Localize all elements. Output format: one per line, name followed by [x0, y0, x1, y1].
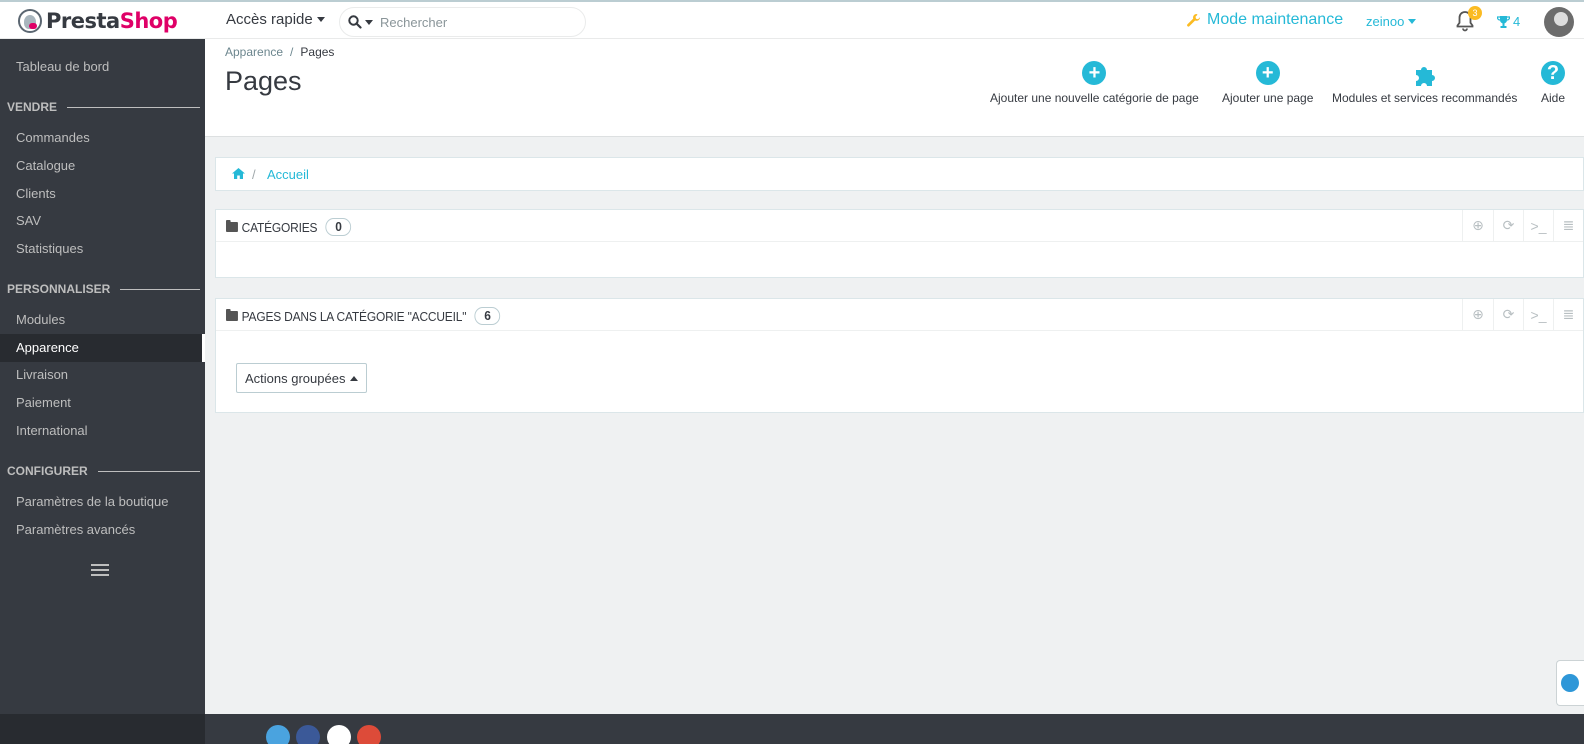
- panel-title: PAGES DANS LA CATÉGORIE "ACCUEIL" 6: [226, 306, 501, 326]
- top-header: PrestaShop Accès rapide Mode maintenance…: [0, 2, 1584, 39]
- panel-actions: ⊕ ⟳ >_ ≣: [1462, 299, 1583, 330]
- page-header: Apparence / Pages Pages + Ajouter une nouv…: [205, 39, 1584, 137]
- quick-access-label: Accès rapide: [226, 11, 313, 28]
- sidebar-section-configure: CONFIGURER: [7, 461, 200, 481]
- search-input[interactable]: [380, 14, 570, 30]
- breadcrumb-home[interactable]: Accueil: [267, 167, 309, 182]
- page-title: Pages: [225, 66, 302, 96]
- add-icon[interactable]: ⊕: [1463, 210, 1493, 241]
- sidebar-item-international[interactable]: International: [0, 417, 205, 445]
- employee-dropdown[interactable]: zeinoo: [1366, 14, 1417, 29]
- puzzle-icon: [1415, 67, 1435, 86]
- sql-icon[interactable]: >_: [1523, 210, 1553, 241]
- menu-collapse-icon[interactable]: [91, 564, 109, 577]
- google-plus-icon[interactable]: [357, 725, 381, 744]
- trophy-link[interactable]: 4: [1497, 14, 1520, 29]
- bulk-actions-button[interactable]: Actions groupées: [236, 363, 368, 393]
- content-breadcrumb: / Accueil: [215, 157, 1584, 191]
- sidebar-item-service[interactable]: SAV: [0, 207, 205, 235]
- count-badge: 0: [325, 218, 352, 236]
- maintenance-label: Mode maintenance: [1207, 11, 1344, 28]
- wrench-icon: [1187, 13, 1201, 27]
- breadcrumb-pages: Pages: [300, 45, 335, 59]
- logo-text: PrestaShop: [46, 9, 178, 33]
- trophy-count: 4: [1513, 14, 1521, 29]
- caret-down-icon: [1408, 19, 1417, 24]
- folder-icon: [226, 309, 238, 321]
- sidebar-item-catalog[interactable]: Catalogue: [0, 152, 205, 180]
- caret-down-icon: [364, 19, 373, 25]
- sidebar-section-customize: PERSONNALISER: [7, 279, 200, 299]
- plus-circle-icon: +: [1082, 61, 1107, 85]
- database-icon[interactable]: ≣: [1553, 210, 1583, 241]
- add-icon[interactable]: ⊕: [1463, 299, 1493, 330]
- employee-name: zeinoo: [1366, 14, 1405, 29]
- count-badge: 6: [474, 307, 501, 325]
- twitter-icon[interactable]: [266, 725, 290, 744]
- search-type-button[interactable]: [340, 8, 380, 36]
- sql-icon[interactable]: >_: [1523, 299, 1553, 330]
- sidebar-item-customers[interactable]: Clients: [0, 180, 205, 208]
- sidebar-item-shop-parameters[interactable]: Paramètres de la boutique: [0, 488, 205, 516]
- help-button[interactable]: ? Aide: [1541, 61, 1565, 105]
- database-icon[interactable]: ≣: [1553, 299, 1583, 330]
- notification-badge: 3: [1468, 6, 1482, 20]
- panel-actions: ⊕ ⟳ >_ ≣: [1462, 210, 1583, 241]
- prestashop-logo[interactable]: PrestaShop: [18, 7, 178, 35]
- help-icon: ?: [1541, 61, 1566, 85]
- panel-title: CATÉGORIES 0: [226, 217, 352, 237]
- refresh-icon[interactable]: ⟳: [1493, 210, 1523, 241]
- breadcrumb: Apparence / Pages: [225, 45, 335, 59]
- sidebar-nav: Tableau de bord VENDRE Commandes Catalog…: [0, 39, 205, 714]
- caret-up-icon: [350, 375, 359, 381]
- home-icon[interactable]: [232, 168, 245, 179]
- add-page-category-button[interactable]: + Ajouter une nouvelle catégorie de page: [990, 61, 1199, 105]
- puffin-logo-icon: [18, 9, 42, 33]
- sidebar-item-dashboard[interactable]: Tableau de bord: [0, 53, 205, 81]
- categories-panel: CATÉGORIES 0 ⊕ ⟳ >_ ≣: [215, 209, 1584, 278]
- trophy-icon: [1497, 15, 1510, 28]
- folder-icon: [226, 220, 238, 232]
- recommended-modules-button[interactable]: Modules et services recommandés: [1332, 61, 1517, 105]
- avatar[interactable]: [1544, 7, 1574, 37]
- breadcrumb-appearance[interactable]: Apparence: [225, 45, 283, 59]
- pages-panel: PAGES DANS LA CATÉGORIE "ACCUEIL" 6 ⊕ ⟳ …: [215, 298, 1584, 413]
- sidebar-item-modules[interactable]: Modules: [0, 306, 205, 334]
- facebook-icon[interactable]: [296, 725, 320, 744]
- github-icon[interactable]: [327, 725, 351, 744]
- sidebar-item-appearance[interactable]: Apparence: [0, 334, 205, 362]
- refresh-icon[interactable]: ⟳: [1493, 299, 1523, 330]
- sidebar-item-payment[interactable]: Paiement: [0, 389, 205, 417]
- side-widget-tab[interactable]: [1556, 660, 1584, 706]
- sidebar-item-stats[interactable]: Statistiques: [0, 235, 205, 263]
- sidebar-item-advanced-parameters[interactable]: Paramètres avancés: [0, 516, 205, 544]
- sidebar-item-orders[interactable]: Commandes: [0, 124, 205, 152]
- add-page-button[interactable]: + Ajouter une page: [1222, 61, 1313, 105]
- plus-circle-icon: +: [1255, 61, 1280, 85]
- footer: [0, 714, 1584, 744]
- search-bar: [339, 7, 586, 37]
- sidebar-item-shipping[interactable]: Livraison: [0, 361, 205, 389]
- caret-down-icon: [316, 17, 325, 22]
- quick-access-dropdown[interactable]: Accès rapide: [226, 11, 325, 28]
- sidebar-section-sell: VENDRE: [7, 97, 200, 117]
- maintenance-mode-link[interactable]: Mode maintenance: [1186, 11, 1343, 29]
- search-icon: [347, 15, 362, 29]
